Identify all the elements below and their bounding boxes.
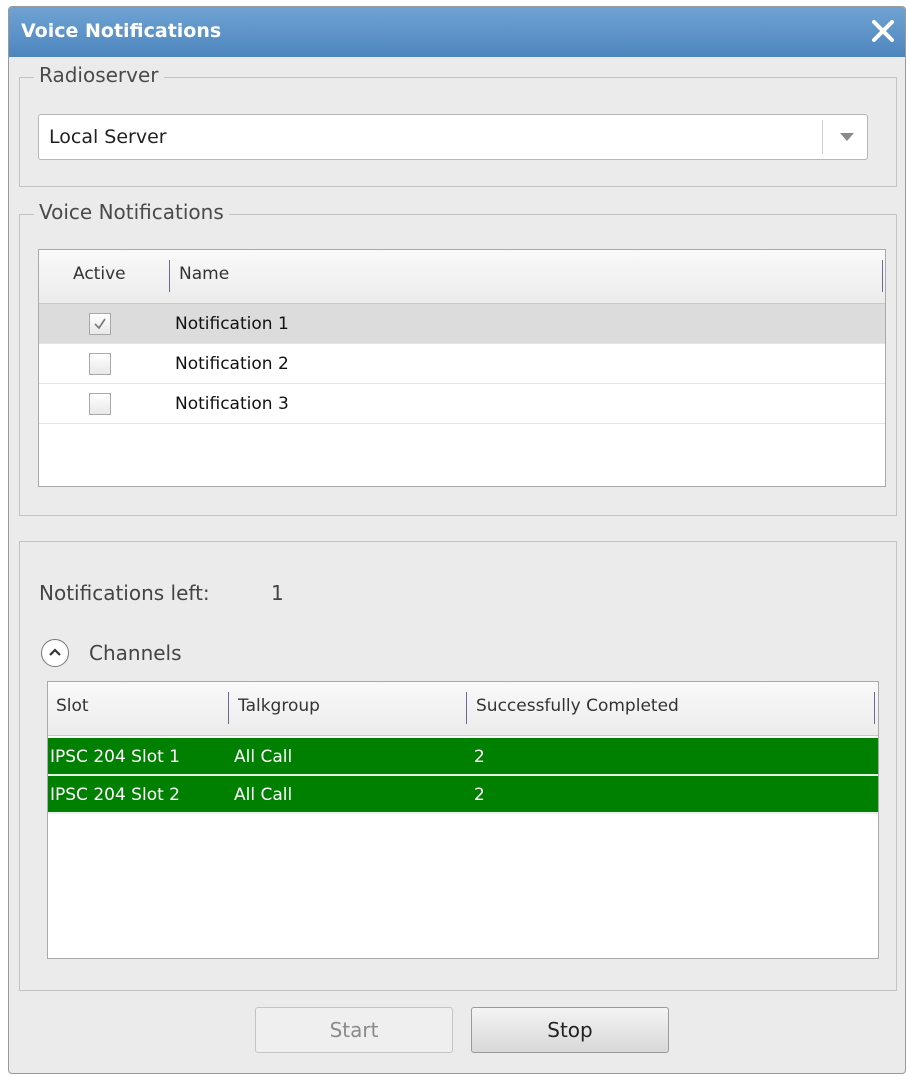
channels-label: Channels [89,641,182,665]
window-title: Voice Notifications [21,20,222,42]
channel-slot: IPSC 204 Slot 1 [50,747,180,767]
channel-row[interactable]: IPSC 204 Slot 2 All Call 2 [48,776,878,814]
column-separator[interactable] [882,260,883,292]
close-icon[interactable] [867,15,899,47]
channels-table: Slot Talkgroup Successfully Completed IP… [47,681,879,959]
column-header-name[interactable]: Name [179,264,229,284]
column-header-talkgroup[interactable]: Talkgroup [238,696,320,716]
notification-row[interactable]: Notification 2 [39,344,885,384]
notifications-list: Active Name Notification 1 Notification … [38,249,886,487]
notification-row[interactable]: Notification 1 [39,304,885,344]
column-separator[interactable] [874,692,875,724]
voice-notifications-legend: Voice Notifications [34,200,229,224]
radioserver-group: Radioserver Local Server [19,63,897,187]
stop-button[interactable]: Stop [471,1007,669,1053]
channels-table-header: Slot Talkgroup Successfully Completed [48,682,878,736]
notification-row[interactable]: Notification 3 [39,384,885,424]
channels-collapse-button[interactable] [41,639,69,667]
chevron-down-icon[interactable] [839,131,855,143]
title-bar: Voice Notifications [9,7,905,57]
column-separator[interactable] [228,692,229,724]
voice-notifications-group: Voice Notifications Active Name Notifica… [19,200,897,516]
notification-name: Notification 1 [175,314,289,334]
notifications-left-label: Notifications left: [39,581,210,605]
notifications-left-value: 1 [271,581,284,605]
radioserver-legend: Radioserver [34,63,164,87]
channel-completed: 2 [474,785,485,805]
active-checkbox[interactable] [89,353,111,375]
channel-talkgroup: All Call [234,747,293,767]
voice-notifications-window: Voice Notifications Radioserver Local Se… [8,6,906,1074]
active-checkbox[interactable] [89,393,111,415]
notifications-list-header: Active Name [39,250,885,304]
column-separator[interactable] [169,260,170,292]
notification-name: Notification 2 [175,354,289,374]
channel-row[interactable]: IPSC 204 Slot 1 All Call 2 [48,738,878,776]
dropdown-divider [822,120,823,154]
column-header-successfully-completed[interactable]: Successfully Completed [476,696,679,716]
start-button[interactable]: Start [255,1007,453,1053]
column-header-slot[interactable]: Slot [56,696,89,716]
radioserver-dropdown[interactable]: Local Server [38,114,868,160]
notification-name: Notification 3 [175,394,289,414]
active-checkbox[interactable] [89,313,111,335]
radioserver-selected-value: Local Server [49,126,167,148]
column-header-active[interactable]: Active [73,264,126,284]
channel-slot: IPSC 204 Slot 2 [50,785,180,805]
checkmark-icon [94,318,106,330]
column-separator[interactable] [466,692,467,724]
channel-completed: 2 [474,747,485,767]
channel-talkgroup: All Call [234,785,293,805]
chevron-up-icon [49,648,61,656]
